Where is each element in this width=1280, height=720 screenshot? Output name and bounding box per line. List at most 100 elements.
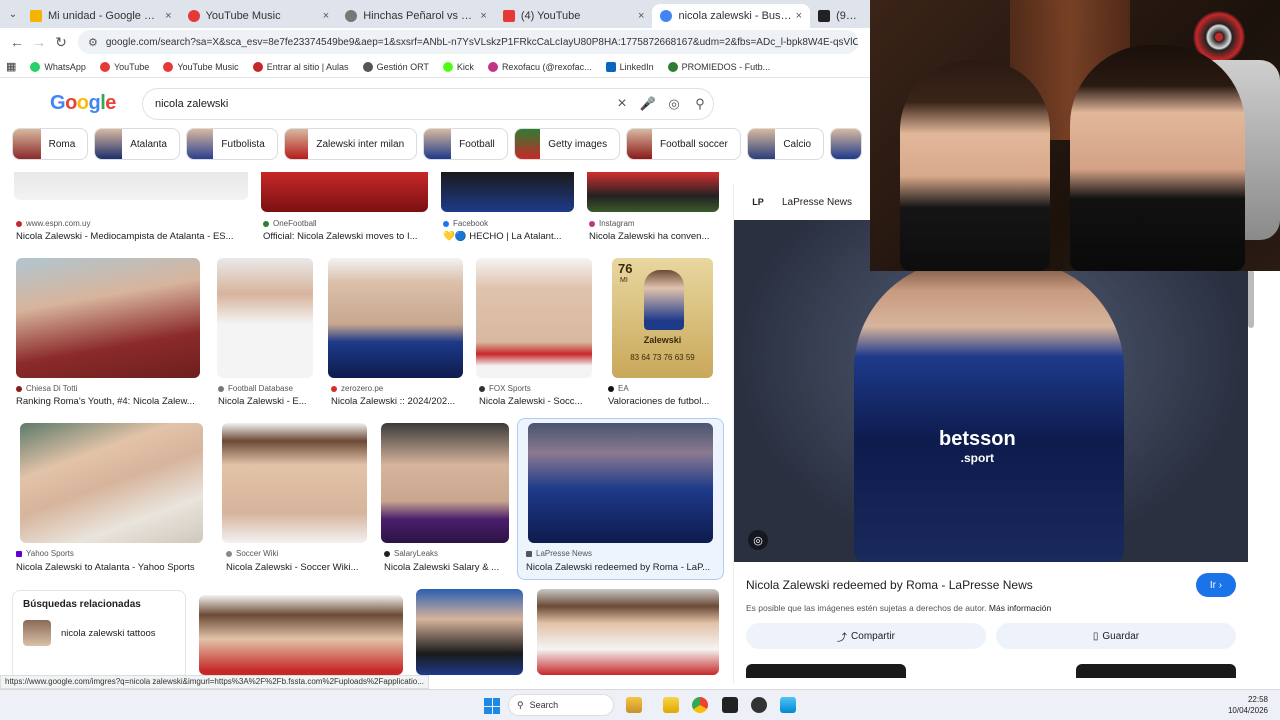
result-caption[interactable]: Nicola Zalewski - E... xyxy=(218,396,314,407)
tab-google-drive[interactable]: Mi unidad - Google Drive × xyxy=(22,4,180,28)
search-icon[interactable]: ⚲ xyxy=(687,96,713,112)
bookmark-linkedin[interactable]: LinkedIn xyxy=(605,61,654,72)
result-source[interactable]: Chiesa Di Totti xyxy=(16,384,77,393)
result-caption[interactable]: Nicola Zalewski to Atalanta - Yahoo Spor… xyxy=(16,562,206,573)
close-icon[interactable]: × xyxy=(638,10,644,22)
bookmark-promiedos[interactable]: PROMIEDOS - Futb... xyxy=(667,61,770,72)
result-source[interactable]: Yahoo Sports xyxy=(16,549,74,558)
result-source[interactable]: LaPresse News xyxy=(526,549,592,558)
tab-youtube[interactable]: (4) YouTube × xyxy=(495,4,653,28)
result-source[interactable]: Soccer Wiki xyxy=(226,549,278,558)
file-explorer-icon[interactable] xyxy=(663,697,679,713)
bookmark-youtube-music[interactable]: YouTube Music xyxy=(163,61,239,72)
related-item[interactable]: nicola zalewski tattoos xyxy=(23,620,175,646)
result-image[interactable] xyxy=(587,172,719,212)
address-bar[interactable]: ⚙ google.com/search?sa=X&sca_esv=8e7fe233… xyxy=(78,30,858,54)
chip-getty-images[interactable]: Getty images xyxy=(513,128,621,160)
chip-football-soccer[interactable]: Football soccer xyxy=(626,128,741,160)
result-caption[interactable]: Official: Nicola Zalewski moves to I... xyxy=(263,231,429,242)
result-image[interactable] xyxy=(222,423,367,543)
back-icon[interactable]: ← xyxy=(6,31,28,53)
preview-source[interactable]: LP LaPresse News xyxy=(750,194,852,210)
result-image[interactable] xyxy=(16,258,200,378)
result-image[interactable] xyxy=(20,423,203,543)
result-caption[interactable]: Nicola Zalewski :: 2024/202... xyxy=(331,396,463,407)
share-button[interactable]: ⤴ Compartir xyxy=(746,623,986,649)
result-caption[interactable]: Nicola Zalewski ha conven... xyxy=(589,231,719,242)
result-caption[interactable]: Valoraciones de futbol... xyxy=(608,396,718,407)
preview-title[interactable]: Nicola Zalewski redeemed by Roma - LaPre… xyxy=(746,578,1033,592)
result-source[interactable]: EA xyxy=(608,384,629,393)
result-image[interactable] xyxy=(381,423,509,543)
close-icon[interactable]: × xyxy=(165,10,171,22)
search-input[interactable]: nicola zalewski × 🎤 ◎ ⚲ xyxy=(142,88,714,120)
result-source[interactable]: Football Database xyxy=(218,384,293,393)
widgets-icon[interactable] xyxy=(626,697,642,713)
microphone-icon[interactable]: 🎤 xyxy=(635,96,661,112)
result-image[interactable] xyxy=(476,258,592,378)
result-caption[interactable]: Nicola Zalewski - Soccer Wiki... xyxy=(226,562,366,573)
scrollbar-thumb[interactable] xyxy=(1248,270,1254,328)
tab-youtube-music[interactable]: YouTube Music × xyxy=(180,4,338,28)
tab-search-icon[interactable]: ⌄ xyxy=(4,5,22,23)
chip-more[interactable] xyxy=(830,128,863,160)
bookmark-gestion-ort[interactable]: Gestión ORT xyxy=(362,61,429,72)
save-button[interactable]: ▯ Guardar xyxy=(996,623,1236,649)
result-image[interactable] xyxy=(199,595,403,675)
capcut-icon[interactable] xyxy=(722,697,738,713)
result-image[interactable] xyxy=(217,258,313,378)
result-caption[interactable]: Nicola Zalewski - Socc... xyxy=(479,396,591,407)
chrome-icon[interactable] xyxy=(692,697,708,713)
tab-other[interactable]: (99+) En xyxy=(810,4,870,28)
bookmark-aulas[interactable]: Entrar al sitio | Aulas xyxy=(252,61,349,72)
site-info-icon[interactable]: ⚙ xyxy=(88,36,98,49)
bookmark-kick[interactable]: Kick xyxy=(442,61,474,72)
result-caption[interactable]: Nicola Zalewski Salary & ... xyxy=(384,562,508,573)
tab-hinchas[interactable]: Hinchas Peñarol vs Nacional × xyxy=(337,4,495,28)
result-source[interactable]: zerozero.pe xyxy=(331,384,383,393)
result-caption[interactable]: Nicola Zalewski redeemed by Roma - LaP..… xyxy=(526,562,716,573)
bookmark-instagram[interactable]: Rexofacu (@rexofac... xyxy=(487,61,592,72)
bookmark-whatsapp[interactable]: WhatsApp xyxy=(30,61,86,72)
result-image[interactable] xyxy=(416,589,523,675)
chip-zalewski-inter-milan[interactable]: Zalewski inter milan xyxy=(283,128,418,160)
result-image[interactable] xyxy=(261,172,428,212)
notepad-icon[interactable] xyxy=(780,697,796,713)
lens-search-icon[interactable]: ◎ xyxy=(748,530,768,550)
taskbar-search[interactable]: ⚲ Search xyxy=(508,694,614,716)
result-caption[interactable]: Nicola Zalewski - Mediocampista de Atala… xyxy=(16,231,246,242)
chip-roma[interactable]: Roma xyxy=(12,128,89,160)
result-image[interactable] xyxy=(14,172,248,200)
go-button[interactable]: Ir › xyxy=(1196,573,1236,597)
tab-google-search[interactable]: nicola zalewski - Buscar con Go × xyxy=(652,4,811,28)
apps-icon[interactable]: ▦ xyxy=(6,60,16,73)
chip-calcio[interactable]: Calcio xyxy=(746,128,825,160)
result-source[interactable]: SalaryLeaks xyxy=(384,549,438,558)
chip-atalanta[interactable]: Atalanta xyxy=(94,128,180,160)
result-source[interactable]: Facebook xyxy=(443,219,488,228)
close-icon[interactable]: × xyxy=(480,10,486,22)
more-info-link[interactable]: Más información xyxy=(989,603,1051,613)
windows-start-icon[interactable] xyxy=(484,698,500,714)
reload-icon[interactable]: ↻ xyxy=(50,31,72,53)
result-image-selected[interactable] xyxy=(528,423,713,543)
chip-football[interactable]: Football xyxy=(423,128,508,160)
result-image[interactable] xyxy=(441,172,574,212)
google-logo[interactable]: Google xyxy=(50,92,116,115)
system-clock[interactable]: 22:58 10/04/2026 xyxy=(1228,694,1268,716)
app-icon[interactable] xyxy=(751,697,767,713)
result-image[interactable] xyxy=(537,589,719,675)
clear-icon[interactable]: × xyxy=(609,95,635,113)
bookmark-youtube[interactable]: YouTube xyxy=(99,61,149,72)
chip-futbolista[interactable]: Futbolista xyxy=(185,128,278,160)
result-source[interactable]: www.espn.com.uy xyxy=(16,219,90,228)
forward-icon[interactable]: → xyxy=(28,31,50,53)
result-image[interactable] xyxy=(328,258,463,378)
close-icon[interactable]: × xyxy=(323,10,329,22)
result-source[interactable]: OneFootball xyxy=(263,219,317,228)
preview-image[interactable]: betsson .sport ◎ xyxy=(734,220,1248,562)
result-caption[interactable]: Ranking Roma's Youth, #4: Nicola Zalew..… xyxy=(16,396,200,407)
close-icon[interactable]: × xyxy=(796,10,802,22)
result-caption[interactable]: 💛🔵 HECHO | La Atalant... xyxy=(443,231,575,242)
result-source[interactable]: FOX Sports xyxy=(479,384,531,393)
